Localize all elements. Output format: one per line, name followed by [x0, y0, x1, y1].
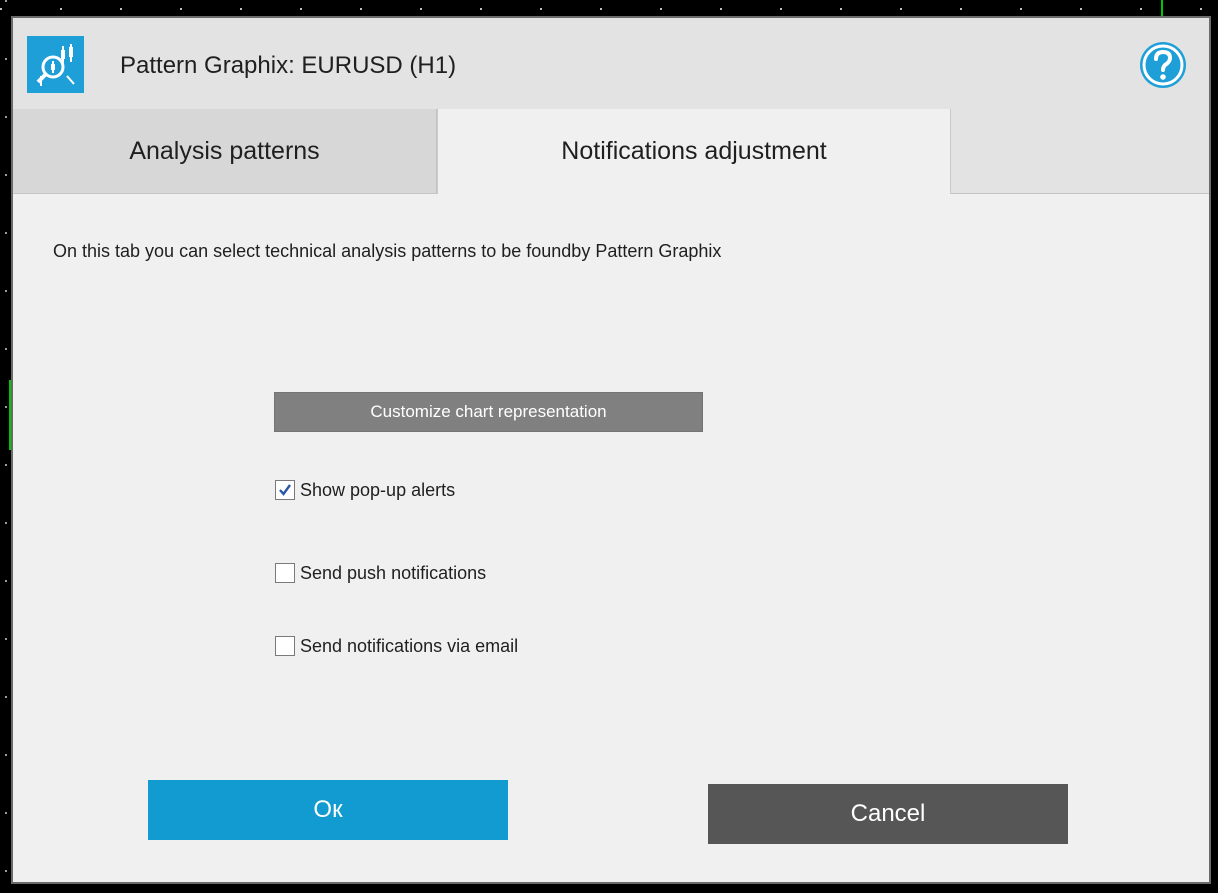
show-popup-alerts-option[interactable]: Show pop-up alerts — [275, 478, 455, 502]
title-bar: Pattern Graphix: EURUSD (H1) — [13, 18, 1209, 109]
send-push-notifications-checkbox[interactable] — [275, 563, 295, 583]
tab-label: Notifications adjustment — [561, 137, 827, 165]
ok-button[interactable]: Ок — [148, 780, 508, 840]
tab-description: On this tab you can select technical ana… — [53, 241, 722, 261]
checkbox-label: Send push notifications — [300, 562, 487, 583]
pattern-graphix-dialog: Pattern Graphix: EURUSD (H1) Analysis pa… — [11, 16, 1211, 884]
window-title: Pattern Graphix: EURUSD (H1) — [120, 52, 457, 79]
send-push-notifications-option[interactable]: Send push notifications — [275, 561, 486, 585]
show-popup-alerts-checkbox[interactable] — [275, 480, 295, 500]
cancel-button[interactable]: Cancel — [708, 784, 1068, 844]
chart-left-axis-ticks — [5, 0, 7, 893]
tab-strip: Analysis patterns Notifications adjustme… — [13, 109, 1209, 194]
tab-label: Analysis patterns — [129, 136, 320, 165]
question-mark-icon[interactable] — [1138, 40, 1188, 90]
chart-top-axis-ticks — [0, 8, 1218, 10]
tab-analysis-patterns[interactable]: Analysis patterns — [13, 109, 437, 194]
checkbox-label: Send notifications via email — [300, 635, 519, 656]
checkbox-label: Show pop-up alerts — [300, 479, 456, 500]
tab-notifications-adjustment[interactable]: Notifications adjustment — [437, 109, 951, 194]
customize-chart-button[interactable]: Customize chart representation — [274, 392, 703, 432]
send-email-notifications-option[interactable]: Send notifications via email — [275, 634, 518, 658]
pattern-graphix-logo-icon — [27, 36, 84, 93]
checkmark-icon — [279, 484, 291, 496]
send-email-notifications-checkbox[interactable] — [275, 636, 295, 656]
tab-strip-filler — [951, 109, 1209, 194]
